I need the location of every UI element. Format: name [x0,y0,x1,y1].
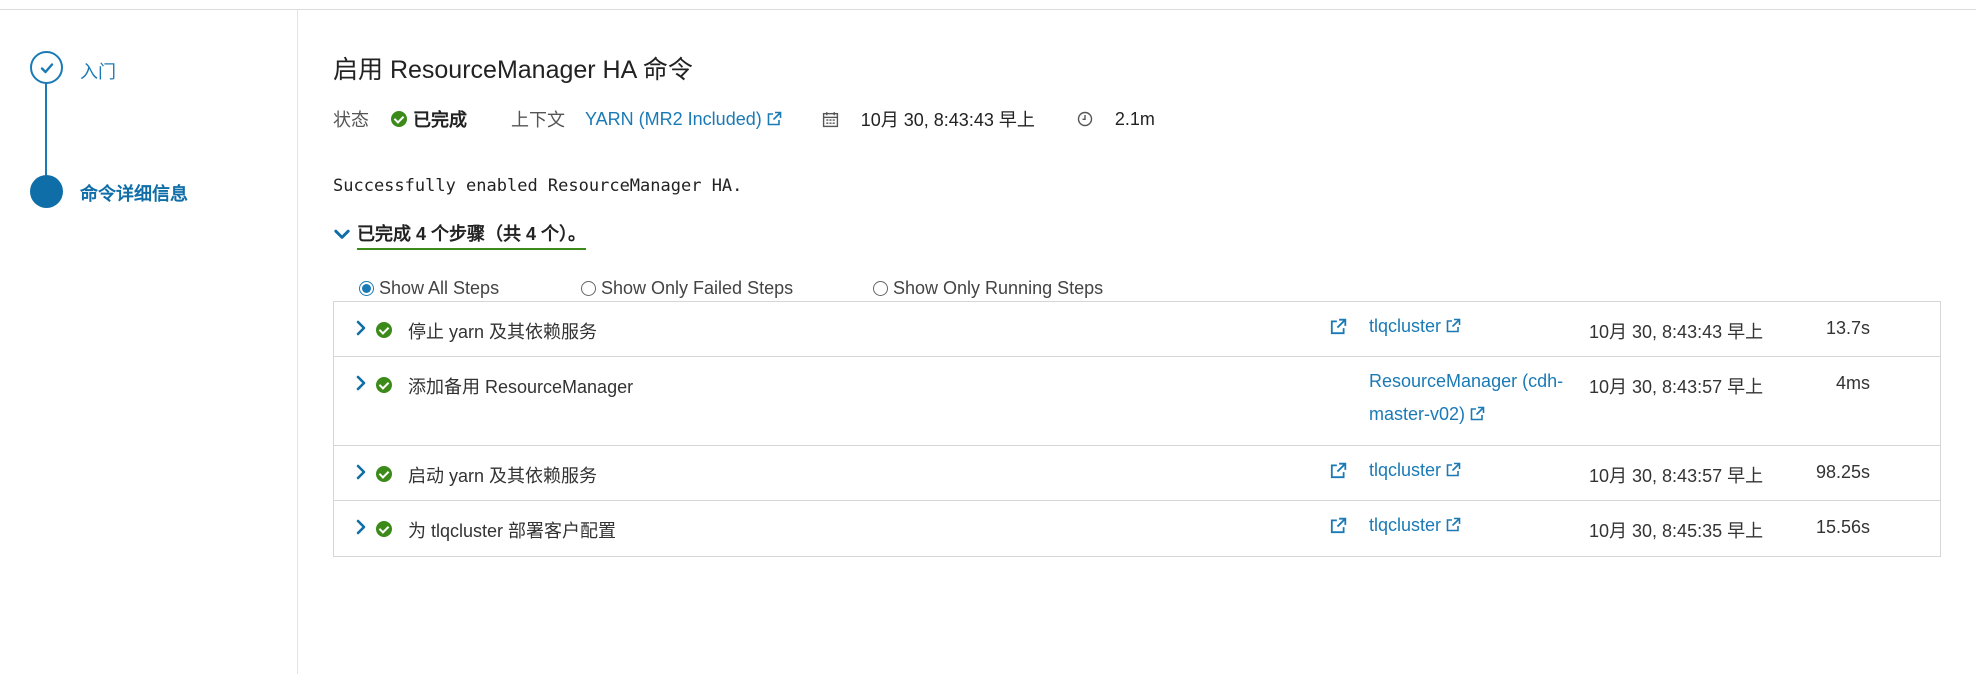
step-duration: 13.7s [1825,318,1870,338]
filter-failed-steps[interactable]: Show Only Failed Steps [581,278,873,299]
success-check-icon [376,322,392,338]
external-link-icon [1470,406,1485,421]
status-label: 状态 [333,110,369,130]
table-row[interactable]: 为 tlqcluster 部署客户配置 tlqcluster 10月 30, 8… [334,501,1940,556]
step-time: 10月 30, 8:43:57 早上 [1589,466,1764,486]
success-check-icon [376,377,392,393]
external-link-icon[interactable] [1329,318,1347,336]
status-value: 已完成 [413,110,467,130]
duration: 2.1m [1114,108,1155,129]
step-target-link[interactable]: tlqcluster [1369,509,1461,542]
step-name: 停止 yarn 及其依赖服务 [408,322,598,342]
external-link-icon [1446,318,1461,333]
step-duration: 98.25s [1815,462,1870,482]
start-time: 10月 30, 8:43:43 早上 [860,110,1035,130]
filter-label: Show Only Running Steps [893,278,1104,298]
result-message: Successfully enabled ResourceManager HA. [333,176,743,196]
step-done-check-icon[interactable] [30,51,63,84]
chevron-right-icon[interactable] [354,518,368,536]
target-text: tlqcluster [1369,460,1442,480]
external-link-icon [767,111,782,125]
table-row[interactable]: 添加备用 ResourceManager ResourceManager (cd… [334,357,1940,446]
external-link-icon [1446,517,1461,532]
context-value: YARN (MR2 Included) [585,108,762,129]
top-border [0,0,1976,10]
step-duration: 4ms [1835,373,1870,393]
clock-icon [1077,111,1093,127]
radio-button[interactable] [581,281,596,296]
success-check-icon [376,521,392,537]
step-target-link[interactable]: tlqcluster [1369,454,1461,487]
steps-summary: 已完成 4 个步骤（共 4 个）。 [357,220,587,250]
steps-summary-toggle[interactable]: 已完成 4 个步骤（共 4 个）。 [333,220,587,250]
step-name: 为 tlqcluster 部署客户配置 [408,521,617,541]
external-link-icon[interactable] [1329,517,1347,535]
wizard-step-command-details[interactable]: 命令详细信息 [80,180,188,206]
page-title: 启用 ResourceManager HA 命令 [333,56,693,84]
filter-running-steps[interactable]: Show Only Running Steps [873,278,1103,299]
context-label: 上下文 [511,110,565,130]
chevron-right-icon[interactable] [354,374,368,392]
target-text: ResourceManager (cdh-master-v02) [1369,371,1564,424]
radio-button[interactable] [873,281,888,296]
step-name: 启动 yarn 及其依赖服务 [408,466,598,486]
filter-label: Show All Steps [379,278,500,298]
step-name: 添加备用 ResourceManager [408,377,634,397]
chevron-right-icon[interactable] [354,463,368,481]
external-link-icon[interactable] [1329,462,1347,480]
step-time: 10月 30, 8:43:57 早上 [1589,377,1764,397]
target-text: tlqcluster [1369,316,1442,336]
step-current-icon [30,175,63,208]
filter-all-steps[interactable]: Show All Steps [359,278,581,299]
table-row[interactable]: 停止 yarn 及其依赖服务 tlqcluster 10月 30, 8:43:4… [334,302,1940,357]
step-target-link[interactable]: tlqcluster [1369,310,1461,343]
step-target-link[interactable]: ResourceManager (cdh-master-v02) [1369,365,1569,431]
step-time: 10月 30, 8:45:35 早上 [1589,521,1764,541]
success-check-icon [391,111,407,127]
context-link[interactable]: YARN (MR2 Included) [585,109,782,130]
wizard-sidebar: 入门 命令详细信息 [0,10,298,674]
success-check-icon [376,466,392,482]
table-row[interactable]: 启动 yarn 及其依赖服务 tlqcluster 10月 30, 8:43:5… [334,446,1940,501]
external-link-icon [1446,462,1461,477]
filter-label: Show Only Failed Steps [601,278,794,298]
chevron-right-icon[interactable] [354,319,368,337]
radio-button[interactable] [359,281,374,296]
wizard-step-getting-started[interactable]: 入门 [80,58,116,84]
calendar-icon [822,111,838,127]
target-text: tlqcluster [1369,515,1442,535]
command-status-row: 状态 已完成 上下文 YARN (MR2 Included) 10月 30, 8… [333,106,1155,132]
step-duration: 15.56s [1815,517,1870,537]
step-time: 10月 30, 8:43:43 早上 [1589,322,1764,342]
chevron-down-icon [334,229,350,239]
step-filter-group: Show All Steps Show Only Failed Steps Sh… [359,278,1103,299]
steps-table: 停止 yarn 及其依赖服务 tlqcluster 10月 30, 8:43:4… [333,301,1941,557]
